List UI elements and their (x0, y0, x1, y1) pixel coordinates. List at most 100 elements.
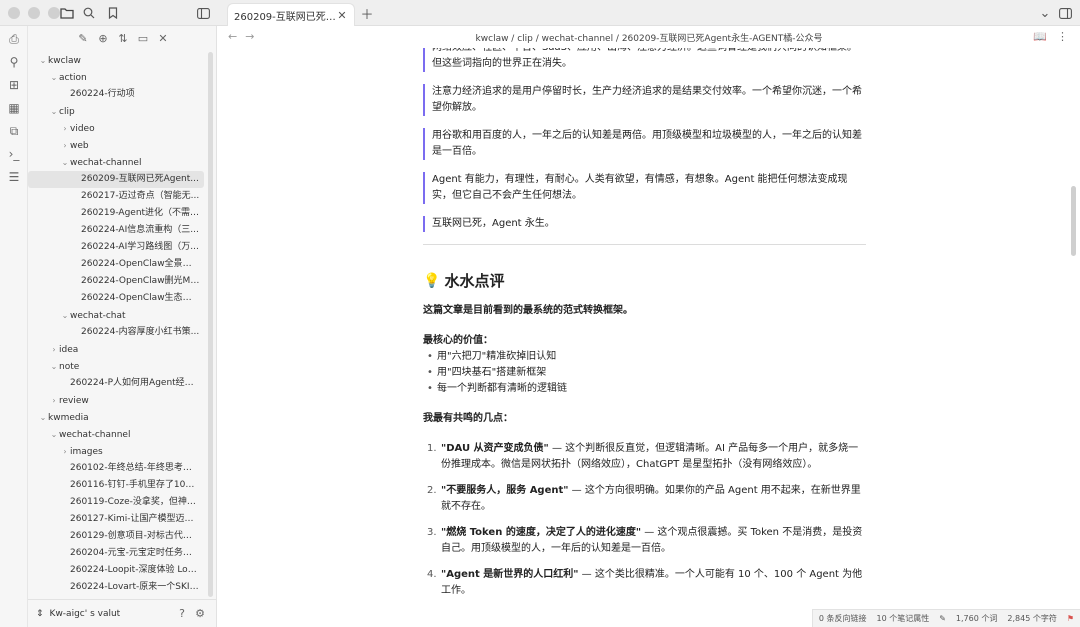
tree-folder[interactable]: ⌄ wechat-channel (28, 154, 204, 171)
chevron-down-icon[interactable]: ⌄ (38, 52, 48, 69)
folder-icon[interactable] (58, 4, 76, 22)
tree-folder[interactable]: ⌄ note (28, 358, 204, 375)
canvas-icon[interactable]: ⊞ (0, 75, 28, 95)
chevron-down-icon[interactable]: ⌄ (49, 69, 59, 86)
tree-file[interactable]: 260119-Coze-没拿奖，但神预... (28, 494, 204, 511)
chevron-right-icon[interactable]: › (60, 120, 70, 137)
ribbon: ⎙ ⚲ ⊞ ▦ ⧉ ›_ ☰ (0, 26, 28, 627)
tree-file[interactable]: 260127-Kimi-让国产模型迈入... (28, 511, 204, 528)
tree-folder[interactable]: › web (28, 137, 204, 154)
tree-file[interactable]: 260217-迈过奇点（智能无... (28, 188, 204, 205)
graph-icon[interactable]: ⚲ (0, 52, 28, 72)
tree-folder[interactable]: › images (28, 443, 204, 460)
edit-pencil-icon[interactable]: ✎ (939, 614, 946, 623)
new-folder-icon[interactable]: ⊕ (96, 32, 110, 45)
chevron-right-icon[interactable]: › (60, 443, 70, 460)
tree-folder[interactable]: ⌄ wechat-chat (28, 307, 204, 324)
chevron-down-icon[interactable]: ⌄ (49, 426, 59, 443)
tree-item-label: images (70, 447, 103, 457)
chevron-down-icon[interactable]: ⌄ (49, 103, 59, 120)
tree-file[interactable]: 260219-Agent进化（不需要... (28, 205, 204, 222)
chevron-down-icon[interactable]: ⌄ (60, 307, 70, 324)
tree-folder[interactable]: ⌄ kwmedia (28, 409, 204, 426)
tree-item-label: kwmedia (48, 413, 89, 423)
tree-folder[interactable]: ⌄ wechat-channel (28, 426, 204, 443)
chevron-down-icon[interactable]: ⌄ (60, 154, 70, 171)
sync-status-icon[interactable]: ⚑ (1067, 614, 1074, 623)
properties-count[interactable]: 10 个笔记属性 (876, 613, 929, 624)
tree-file[interactable]: 260224-Lovart-原来一个SKILL... (28, 579, 204, 596)
tree-file[interactable]: 260102-年终总结-年终思考：... (28, 460, 204, 477)
tree-item-label: clip (59, 107, 75, 117)
settings-gear-icon[interactable]: ⚙ (191, 607, 209, 620)
expand-all-icon[interactable]: ✕ (156, 32, 170, 45)
tree-file[interactable]: 260224-内容厚度小红书策... (28, 324, 204, 341)
tree-item-label: 260102-年终总结-年终思考：... (70, 463, 201, 473)
tree-folder[interactable]: ⌄ action (28, 69, 204, 86)
right-sidebar-toggle-icon[interactable] (1056, 4, 1074, 22)
tree-file[interactable]: 260224-AI信息流重构（三... (28, 222, 204, 239)
tab-active-note[interactable]: 260209-互联网已死Agen... ✕ (227, 3, 355, 26)
tree-item-label: kwclaw (48, 56, 81, 66)
tree-file[interactable]: 260224-AI学习路线图（万... (28, 239, 204, 256)
tree-file[interactable]: 260224-P人如何用Agent经营... (28, 375, 204, 392)
file-icon[interactable]: ⎙ (0, 29, 28, 49)
new-tab-icon[interactable]: ＋ (358, 4, 376, 23)
breadcrumb[interactable]: kwclaw / clip / wechat-channel / 260209-… (218, 31, 1080, 44)
tree-file[interactable]: 260129-创意项目-对标古代牛... (28, 528, 204, 545)
sidebar-toggle-icon[interactable] (194, 4, 212, 22)
vault-chevron-icon[interactable]: ⇕ (36, 609, 44, 619)
new-note-icon[interactable]: ✎ (76, 32, 90, 45)
tree-folder[interactable]: › video (28, 120, 204, 137)
sort-icon[interactable]: ⇅ (116, 32, 130, 45)
tree-item-label: wechat-chat (70, 311, 126, 321)
chevron-down-icon[interactable]: ⌄ (49, 358, 59, 375)
tree-folder[interactable]: › idea (28, 341, 204, 358)
word-count: 1,760 个词 (955, 614, 998, 623)
bookmark-icon[interactable] (104, 4, 122, 22)
vault-switcher[interactable]: ⇕ Kw-aigc' s valut ? ⚙ (28, 599, 217, 627)
minimize-window-button[interactable] (28, 7, 40, 19)
reading-mode-icon[interactable]: 📖 (1033, 30, 1047, 43)
status-bar: 0 条反向链接 10 个笔记属性 ✎ 1,760 个词 2,845 个字符 ⚑ (811, 609, 1080, 627)
collapse-icon[interactable]: ▭ (136, 32, 150, 45)
tree-file[interactable]: 260116-钉钉-手机里存了10G的... (28, 477, 204, 494)
close-window-button[interactable] (8, 7, 20, 19)
editor-pane: ← → kwclaw / clip / wechat-channel / 260… (218, 26, 1080, 627)
sidebar-scrollbar[interactable] (208, 52, 213, 597)
chevron-right-icon[interactable]: › (49, 392, 59, 409)
tree-folder[interactable]: ⌄ clip (28, 103, 204, 120)
help-icon[interactable]: ? (173, 607, 191, 620)
calendar-icon[interactable]: ▦ (0, 98, 28, 118)
back-arrow-icon[interactable]: ← (228, 30, 237, 43)
tree-file[interactable]: 260224-OpenClaw生态观... (28, 290, 204, 307)
backlinks-count[interactable]: 0 条反向链接 (819, 613, 867, 624)
copy-icon[interactable]: ⧉ (0, 121, 28, 141)
chevron-down-icon[interactable]: ⌄ (38, 409, 48, 426)
tree-file[interactable]: 260204-元宝-元宝定时任务让... (28, 545, 204, 562)
more-options-icon[interactable]: ⋮ (1057, 30, 1068, 43)
tree-file[interactable]: 260224-OpenClaw全景（... (28, 256, 204, 273)
tree-folder[interactable]: › review (28, 392, 204, 409)
tree-file[interactable]: 260209-互联网已死Agent... (28, 171, 204, 188)
quote-text: 注意力经济追求的是用户停留时长，生产力经济追求的是结果交付效率。一个希望你沉迷，… (432, 86, 862, 113)
chevron-right-icon[interactable]: › (60, 137, 70, 154)
editor-scrollbar[interactable] (1071, 186, 1076, 256)
terminal-icon[interactable]: ›_ (0, 144, 28, 164)
forward-arrow-icon[interactable]: → (245, 30, 254, 43)
tab-close-icon[interactable]: ✕ (336, 9, 348, 22)
file-tree: ⌄ kwclaw ⌄ action 260224-行动项 ⌄ clip › video › web ⌄… (28, 52, 204, 600)
item-heading: "燃烧 Token 的速度，决定了人的进化速度" (441, 527, 642, 538)
tree-item-label: 260219-Agent进化（不需要... (81, 208, 204, 218)
tree-file[interactable]: 260224-Loopit-深度体验 Loop... (28, 562, 204, 579)
chevron-right-icon[interactable]: › (49, 341, 59, 358)
tree-item-label: review (59, 396, 89, 406)
list-icon[interactable]: ☰ (0, 167, 28, 187)
tab-list-chevron-icon[interactable]: ⌄ (1036, 4, 1054, 22)
search-icon[interactable] (80, 4, 98, 22)
tree-folder[interactable]: ⌄ kwclaw (28, 52, 204, 69)
view-header: ← → kwclaw / clip / wechat-channel / 260… (218, 26, 1080, 48)
tree-file[interactable]: 260224-行动项 (28, 86, 204, 103)
tree-file[interactable]: 260224-OpenClaw删光Met... (28, 273, 204, 290)
blockquote: 互联网已死，Agent 永生。 (423, 216, 866, 232)
